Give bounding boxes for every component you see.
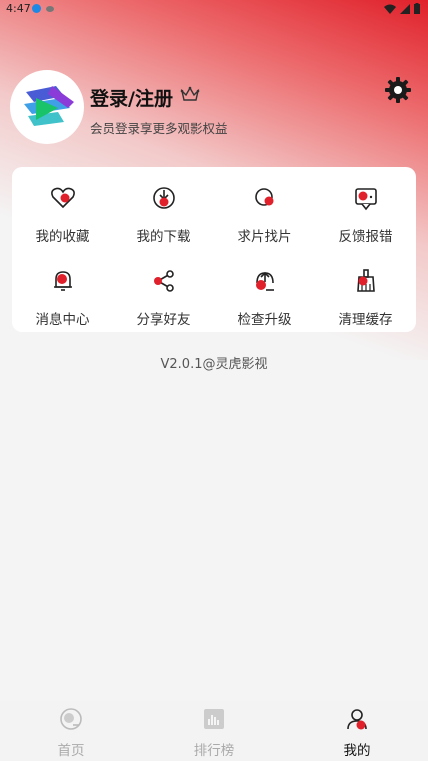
wifi-icon: [384, 4, 396, 14]
menu-item-label: 清理缓存: [338, 312, 393, 328]
tab-mine[interactable]: 我的: [286, 701, 428, 761]
status-bar: 4:47: [0, 0, 428, 18]
menu-item-label: 检查升级: [237, 312, 292, 328]
search-film-icon: [255, 188, 274, 206]
settings-gear-icon[interactable]: [385, 77, 411, 103]
menu-card: 我的收藏 我的下载 求片找片 反馈报错 消息中心 分享好友 检查升级 清理缓存: [12, 167, 416, 332]
menu-item-label: 我的收藏: [35, 229, 90, 245]
menu-item-clear-cache[interactable]: 清理缓存: [315, 258, 416, 338]
menu-item-messages[interactable]: 消息中心: [12, 258, 113, 338]
tab-label: 首页: [57, 743, 85, 759]
menu-item-favorites[interactable]: 我的收藏: [12, 175, 113, 255]
login-subtitle: 会员登录享更多观影权益: [90, 121, 228, 136]
notification-icon: [46, 6, 54, 12]
share-icon: [154, 270, 174, 292]
avatar[interactable]: [12, 72, 82, 142]
menu-item-share[interactable]: 分享好友: [113, 258, 214, 338]
bottom-tab-bar: 首页 排行榜 我的: [0, 701, 428, 761]
bell-icon: [54, 271, 72, 291]
status-time: 4:47: [6, 2, 31, 15]
signal-icon: [400, 3, 410, 14]
tab-ranking[interactable]: 排行榜: [143, 701, 285, 761]
menu-item-label: 分享好友: [136, 312, 191, 328]
menu-item-label: 我的下载: [136, 229, 191, 245]
bluetooth-icon: [32, 4, 41, 13]
login-register-link[interactable]: 登录/注册: [90, 84, 173, 111]
tab-label: 我的: [343, 743, 371, 759]
menu-item-downloads[interactable]: 我的下载: [113, 175, 214, 255]
tab-home[interactable]: 首页: [0, 701, 142, 761]
menu-item-feedback[interactable]: 反馈报错: [315, 175, 416, 255]
status-icons: [384, 3, 420, 14]
menu-item-label: 消息中心: [35, 312, 90, 328]
download-icon: [153, 187, 175, 209]
menu-item-label: 求片找片: [237, 229, 292, 245]
menu-item-request-film[interactable]: 求片找片: [214, 175, 315, 255]
menu-item-label: 反馈报错: [338, 229, 393, 245]
upgrade-icon: [256, 271, 274, 291]
heart-icon: [51, 187, 75, 209]
broom-icon: [357, 269, 375, 292]
feedback-icon: [355, 188, 377, 211]
menu-item-check-update[interactable]: 检查升级: [214, 258, 315, 338]
crown-icon: [180, 86, 200, 101]
ranking-chart-icon: [204, 709, 224, 729]
battery-icon: [414, 3, 420, 14]
version-text: V2.0.1@灵虎影视: [160, 357, 268, 372]
profile-icon: [347, 709, 367, 730]
home-icon: [60, 708, 82, 730]
app-logo-icon: [12, 72, 82, 142]
tab-label: 排行榜: [193, 743, 235, 759]
